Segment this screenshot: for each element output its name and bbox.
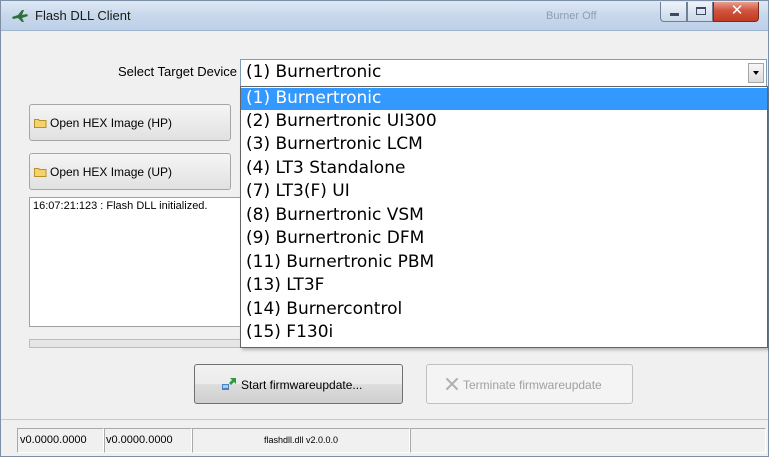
status-message [410, 428, 766, 453]
status-version-hp: v0.0000.0000 [17, 428, 104, 453]
dropdown-item-burnertronic-ui300[interactable]: (2) Burnertronic UI300 [241, 111, 767, 133]
minimize-button[interactable] [660, 2, 687, 22]
flash-dll-client-window: Flash DLL Client Burner Off ✕ Select Tar… [0, 0, 769, 457]
start-firmwareupdate-button[interactable]: Start firmwareupdate... [194, 364, 403, 404]
minimize-icon [670, 13, 679, 16]
title-bar[interactable]: Flash DLL Client Burner Off ✕ [1, 1, 768, 31]
maximize-icon [696, 7, 706, 15]
status-version-up: v0.0000.0000 [104, 428, 192, 453]
target-device-combobox[interactable]: (1) Burnertronic [240, 59, 767, 87]
dropdown-item-lt3f[interactable]: (13) LT3F [241, 275, 767, 297]
terminate-firmwareupdate-label: Terminate firmwareupdate [463, 378, 602, 392]
folder-icon [34, 119, 47, 128]
close-icon: ✕ [730, 1, 744, 19]
dropdown-item-lt3-standalone[interactable]: (4) LT3 Standalone [241, 158, 767, 180]
target-device-dropdown-list[interactable]: (1) Burnertronic (2) Burnertronic UI300 … [240, 86, 768, 348]
dropdown-item-burnertronic-pbm[interactable]: (11) Burnertronic PBM [241, 252, 767, 274]
dropdown-item-burnertronic[interactable]: (1) Burnertronic [241, 88, 767, 110]
start-firmwareupdate-label: Start firmwareupdate... [241, 378, 363, 392]
terminate-firmwareupdate-button[interactable]: Terminate firmwareupdate [426, 364, 633, 404]
open-hex-up-label: Open HEX Image (UP) [50, 165, 173, 179]
dropdown-item-f130i[interactable]: (15) F130i [241, 322, 767, 344]
status-dll-version: flashdll.dll v2.0.0.0 [192, 428, 410, 453]
window-title: Flash DLL Client [35, 8, 131, 23]
plane-icon [12, 10, 28, 22]
dropdown-item-burnertronic-dfm[interactable]: (9) Burnertronic DFM [241, 228, 767, 250]
select-target-device-label: Select Target Device [118, 64, 237, 79]
target-device-value: (1) Burnertronic [246, 62, 382, 82]
stop-icon [446, 378, 458, 390]
dropdown-item-lt3f-ui[interactable]: (7) LT3(F) UI [241, 181, 767, 203]
dropdown-item-burnertronic-lcm[interactable]: (3) Burnertronic LCM [241, 134, 767, 156]
chevron-down-icon[interactable] [748, 63, 764, 83]
dropdown-item-burnertronic-vsm[interactable]: (8) Burnertronic VSM [241, 205, 767, 227]
open-hex-hp-button[interactable]: Open HEX Image (HP) [29, 104, 231, 141]
close-button[interactable]: ✕ [713, 1, 759, 22]
log-line: 16:07:21:123 : Flash DLL initialized. [33, 200, 208, 212]
folder-icon [34, 168, 47, 177]
update-icon [222, 378, 236, 390]
open-hex-hp-label: Open HEX Image (HP) [50, 116, 173, 130]
status-bar: v0.0000.0000 v0.0000.0000 flashdll.dll v… [1, 419, 768, 456]
maximize-button[interactable] [687, 2, 713, 22]
window-title-status: Burner Off [546, 10, 597, 22]
dropdown-item-burnercontrol[interactable]: (14) Burnercontrol [241, 299, 767, 321]
open-hex-up-button[interactable]: Open HEX Image (UP) [29, 153, 231, 190]
log-output[interactable]: 16:07:21:123 : Flash DLL initialized. [29, 197, 259, 327]
